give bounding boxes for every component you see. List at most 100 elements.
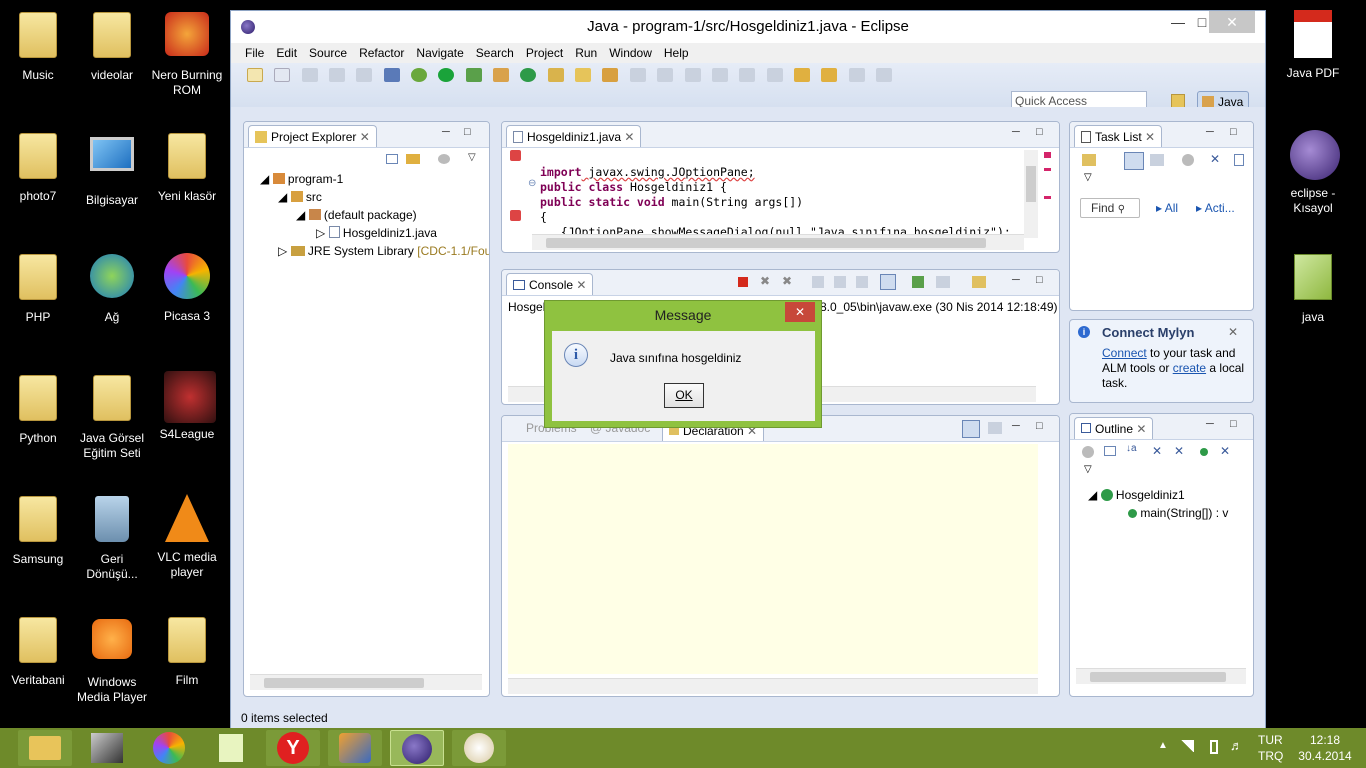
desktop-icon-s4league[interactable]: S4League xyxy=(149,371,225,442)
clear-console-icon[interactable] xyxy=(812,276,824,288)
forward-icon[interactable] xyxy=(848,68,865,82)
close-panel-icon[interactable]: ✕ xyxy=(1228,325,1238,339)
activate-filter-link[interactable]: ▸ Acti... xyxy=(1196,201,1235,215)
dialog-close-button[interactable]: ✕ xyxy=(785,302,815,322)
remove-all-icon[interactable]: ✖ xyxy=(782,274,792,288)
collapse-all-icon[interactable] xyxy=(1234,154,1244,166)
tab-editor-file[interactable]: Hosgeldiniz1.java ✕ xyxy=(506,125,642,147)
ok-button[interactable]: OK xyxy=(664,383,704,408)
open-input-icon[interactable] xyxy=(988,422,1002,434)
vertical-scrollbar[interactable] xyxy=(1024,150,1038,238)
annotation-icon[interactable] xyxy=(629,68,646,82)
connect-link[interactable]: Connect xyxy=(1102,346,1147,360)
menu-edit[interactable]: Edit xyxy=(270,43,303,63)
last-edit-icon[interactable] xyxy=(793,68,810,82)
back-icon[interactable] xyxy=(821,68,838,82)
run-external-icon[interactable] xyxy=(465,68,482,82)
display-console-icon[interactable] xyxy=(912,276,924,288)
edit-icon[interactable] xyxy=(657,68,674,82)
word-wrap-icon[interactable] xyxy=(856,276,868,288)
language-indicator[interactable]: TUR TRQ xyxy=(1258,732,1283,764)
horizontal-scrollbar[interactable] xyxy=(532,234,1024,250)
outline-item-class[interactable]: ◢ Hosgeldiniz1 xyxy=(1088,488,1185,502)
maximize-view-icon[interactable]: □ xyxy=(1036,274,1043,286)
maximize-view-icon[interactable]: □ xyxy=(464,126,471,138)
maximize-view-icon[interactable]: □ xyxy=(1230,126,1237,138)
eclipse-taskbar-icon[interactable] xyxy=(390,730,444,766)
view-menu-icon[interactable]: ▽ xyxy=(1084,464,1092,475)
close-tab-icon[interactable]: ✕ xyxy=(1145,130,1155,144)
desktop-icon-php[interactable]: PHP xyxy=(0,250,76,325)
categorized-icon[interactable] xyxy=(1124,152,1144,170)
desktop-icon-picasa[interactable]: Picasa 3 xyxy=(149,250,225,324)
tree-item-package[interactable]: ◢ (default package) xyxy=(296,208,417,222)
menu-window[interactable]: Window xyxy=(603,43,658,63)
desktop-icon-videolar[interactable]: videolar xyxy=(74,8,150,83)
collapse-marker-icon[interactable]: ⊖ xyxy=(528,178,536,189)
hide-completed-icon[interactable]: ✕ xyxy=(1210,152,1220,166)
desktop-icon-bilgisayar[interactable]: Bilgisayar xyxy=(74,129,150,208)
media-taskbar-icon[interactable] xyxy=(328,730,382,766)
desktop-icon-java[interactable]: java xyxy=(1275,250,1351,325)
sync-icon[interactable] xyxy=(1182,154,1194,166)
menu-navigate[interactable]: Navigate xyxy=(410,43,469,63)
menu-project[interactable]: Project xyxy=(520,43,569,63)
open-console-icon[interactable] xyxy=(936,276,950,288)
open-type-icon[interactable] xyxy=(547,68,564,82)
sort-icon[interactable]: ↓a xyxy=(1126,443,1137,454)
code-area[interactable]: import javax.swing.JOptionPane; public c… xyxy=(540,150,1011,240)
close-tab-icon[interactable]: ✕ xyxy=(1136,422,1146,436)
dialog-title-bar[interactable]: Message xyxy=(545,301,821,329)
tree-item-file[interactable]: ▷ Hosgeldiniz1.java xyxy=(316,226,437,240)
notepad-taskbar-icon[interactable] xyxy=(204,730,258,766)
hide-local-types-icon[interactable]: ✕ xyxy=(1220,444,1230,458)
tab-outline[interactable]: Outline ✕ xyxy=(1074,417,1154,439)
new-console-icon[interactable] xyxy=(972,276,986,288)
file-explorer-icon[interactable] xyxy=(18,730,72,766)
desktop-icon-vlc[interactable]: VLC media player xyxy=(149,492,225,580)
new-class-icon[interactable] xyxy=(520,68,537,82)
hide-fields-icon[interactable]: ✕ xyxy=(1152,444,1162,458)
horizontal-scrollbar[interactable] xyxy=(508,678,1038,694)
game-taskbar-icon[interactable] xyxy=(80,730,134,766)
picasa-taskbar-icon[interactable] xyxy=(142,730,196,766)
new-java-project-icon[interactable] xyxy=(493,68,510,82)
link-editor-icon[interactable] xyxy=(406,154,420,164)
save-all-icon[interactable] xyxy=(329,68,346,82)
menu-help[interactable]: Help xyxy=(658,43,695,63)
tree-item-project[interactable]: ◢ program-1 xyxy=(260,172,343,186)
desktop-icon-eclipse[interactable]: eclipse - Kısayol xyxy=(1275,129,1351,216)
desktop-icon-java-pdf[interactable]: Java PDF xyxy=(1275,8,1351,81)
open-perspective-icon[interactable] xyxy=(1171,94,1185,108)
save-icon[interactable] xyxy=(301,68,318,82)
hide-static-icon[interactable]: ✕ xyxy=(1174,444,1184,458)
desktop-icon-java-gorsel[interactable]: Java Görsel Eğitim Seti xyxy=(74,371,150,461)
link-editor-icon[interactable] xyxy=(962,420,980,438)
find-field[interactable]: Find ⚲ xyxy=(1080,198,1140,218)
tree-item-jre[interactable]: ▷ JRE System Library [CDC-1.1/Fou xyxy=(278,244,489,258)
filter-icon[interactable] xyxy=(438,154,450,164)
minimize-view-icon[interactable]: ─ xyxy=(1206,126,1214,138)
close-tab-icon[interactable]: ✕ xyxy=(576,278,586,292)
collapse-all-icon[interactable] xyxy=(386,154,398,164)
print-icon[interactable] xyxy=(356,68,373,82)
new-icon[interactable] xyxy=(247,68,263,82)
minimize-view-icon[interactable]: ─ xyxy=(1012,126,1020,138)
toggle-icon[interactable] xyxy=(684,68,701,82)
clock[interactable]: 12:18 30.4.2014 xyxy=(1292,732,1358,764)
menu-run[interactable]: Run xyxy=(569,43,603,63)
run-icon[interactable] xyxy=(438,68,455,82)
scheduled-icon[interactable] xyxy=(1150,154,1164,166)
desktop-icon-samsung[interactable]: Samsung xyxy=(0,492,76,567)
outline-item-method[interactable]: main(String[]) : v xyxy=(1128,506,1228,520)
prev-annotation-icon[interactable] xyxy=(766,68,783,82)
scroll-thumb[interactable] xyxy=(546,238,986,248)
search-toolbar-icon[interactable] xyxy=(602,68,619,82)
network-signal-icon[interactable] xyxy=(1180,740,1194,752)
tab-console[interactable]: Console ✕ xyxy=(506,273,594,295)
minimize-view-icon[interactable]: ─ xyxy=(442,126,450,138)
pin-console-icon[interactable] xyxy=(880,274,896,290)
menu-search[interactable]: Search xyxy=(470,43,520,63)
view-menu-icon[interactable]: ▽ xyxy=(1084,172,1092,183)
desktop-icon-wmp[interactable]: Windows Media Player xyxy=(74,613,150,705)
